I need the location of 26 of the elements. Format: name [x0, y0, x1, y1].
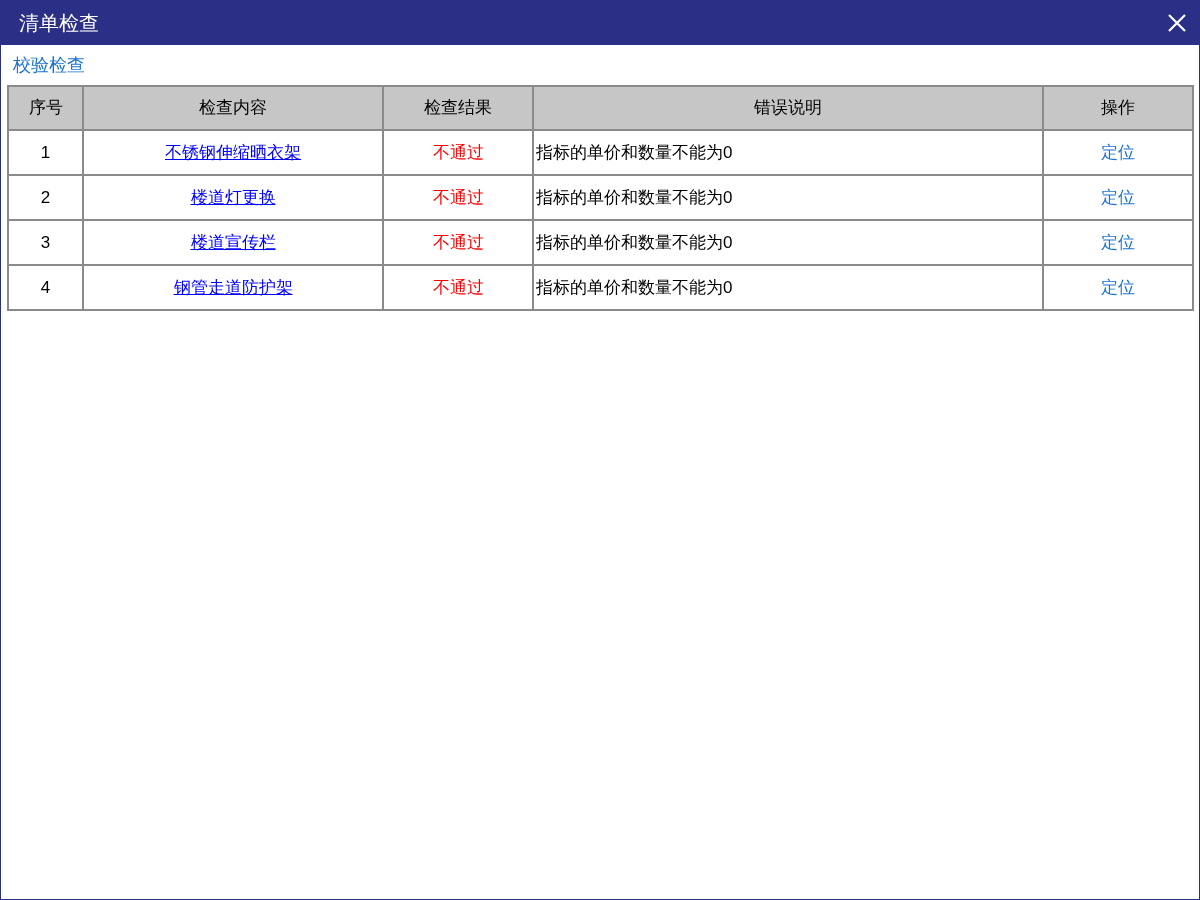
window-title: 清单检查	[19, 11, 99, 36]
column-header: 检查内容	[83, 86, 383, 130]
error-cell: 指标的单价和数量不能为0	[533, 130, 1043, 175]
locate-link[interactable]: 定位	[1101, 187, 1135, 207]
error-cell: 指标的单价和数量不能为0	[533, 175, 1043, 220]
locate-link[interactable]: 定位	[1101, 232, 1135, 252]
locate-link[interactable]: 定位	[1101, 142, 1135, 162]
locate-link[interactable]: 定位	[1101, 277, 1135, 297]
column-header: 错误说明	[533, 86, 1043, 130]
column-header: 操作	[1043, 86, 1193, 130]
row-number: 4	[8, 265, 83, 310]
error-cell: 指标的单价和数量不能为0	[533, 220, 1043, 265]
result-cell: 不通过	[383, 175, 533, 220]
column-header: 检查结果	[383, 86, 533, 130]
validate-link[interactable]: 校验检查	[13, 51, 85, 79]
item-link[interactable]: 楼道灯更换	[190, 187, 276, 207]
error-cell: 指标的单价和数量不能为0	[533, 265, 1043, 310]
item-link[interactable]: 楼道宣传栏	[190, 232, 276, 252]
row-number: 2	[8, 175, 83, 220]
column-header: 序号	[8, 86, 83, 130]
result-cell: 不通过	[383, 130, 533, 175]
row-number: 1	[8, 130, 83, 175]
row-number: 3	[8, 220, 83, 265]
result-cell: 不通过	[383, 265, 533, 310]
item-link[interactable]: 钢管走道防护架	[173, 277, 293, 297]
result-cell: 不通过	[383, 220, 533, 265]
